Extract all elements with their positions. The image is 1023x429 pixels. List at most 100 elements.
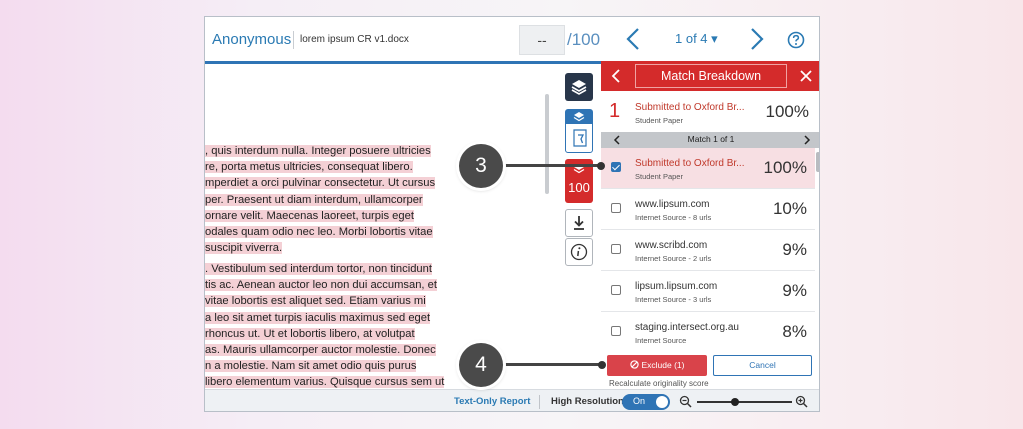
callout-4-dot xyxy=(598,361,606,369)
similarity-score: 100 xyxy=(568,180,590,195)
next-match-icon[interactable] xyxy=(801,134,813,146)
layers-icon xyxy=(573,112,585,122)
zoom-slider[interactable] xyxy=(697,401,792,403)
close-icon[interactable] xyxy=(791,61,820,91)
footer-divider xyxy=(539,395,540,409)
text-line: . Vestibulum sed interdum tortor, non ti… xyxy=(205,263,432,275)
source-title: www.scribd.com xyxy=(635,240,708,251)
back-chevron-icon[interactable] xyxy=(601,61,631,91)
source-type: Internet Source - 8 urls xyxy=(635,213,712,222)
help-icon[interactable] xyxy=(787,31,805,49)
source-row[interactable]: www.lipsum.com Internet Source - 8 urls … xyxy=(601,189,815,230)
text-only-report-link[interactable]: Text-Only Report xyxy=(454,396,530,407)
previous-match-icon[interactable] xyxy=(611,134,623,146)
source-row[interactable]: staging.intersect.org.au Internet Source… xyxy=(601,312,815,346)
callout-step-3: 3 xyxy=(459,144,503,188)
source-title: lipsum.lipsum.com xyxy=(635,281,718,292)
zoom-out-icon[interactable] xyxy=(679,395,692,408)
text-line: odales quam odio nec leo. Morbi lobortis… xyxy=(205,226,433,239)
source-title: staging.intersect.org.au xyxy=(635,322,739,333)
text-line: vitae lobortis est aliquet sed. Etiam va… xyxy=(205,295,426,308)
source-list-scrollbar[interactable] xyxy=(816,152,819,172)
source-percent: 100% xyxy=(765,102,809,121)
grade-max: /100 xyxy=(567,30,601,49)
paragraph-2: . Vestibulum sed interdum tortor, non ti… xyxy=(205,261,445,389)
callout-step-4: 4 xyxy=(459,343,503,387)
chevron-left-icon[interactable] xyxy=(623,26,645,52)
source-checkbox[interactable] xyxy=(611,244,621,254)
source-type: Student Paper xyxy=(635,172,683,181)
info-icon xyxy=(570,243,588,261)
cancel-button[interactable]: Cancel xyxy=(713,355,812,376)
callout-3-dot xyxy=(597,162,605,170)
download-button[interactable] xyxy=(565,209,593,237)
document-viewer: , quis interdum nulla. Integer posuere u… xyxy=(205,64,545,389)
recalculate-note: Recalculate originality score xyxy=(609,379,709,388)
layer-tab xyxy=(566,110,592,124)
match-breakdown-panel: Match Breakdown 1 Submitted to Oxford Br… xyxy=(601,61,820,389)
chevron-right-icon[interactable] xyxy=(745,26,767,52)
source-row[interactable]: Submitted to Oxford Br... Student Paper … xyxy=(601,148,815,189)
match-navigator: Match 1 of 1 xyxy=(601,132,819,148)
text-line: re, porta metus ultricies, consequat lib… xyxy=(205,161,413,174)
text-line: tis ac. Aenean auctor leo non dui accums… xyxy=(205,279,437,292)
toggle-knob xyxy=(656,396,668,408)
exclude-button[interactable]: Exclude (1) xyxy=(607,355,707,376)
source-percent: 10% xyxy=(772,199,807,218)
header-divider xyxy=(293,31,294,49)
paragraph-1: , quis interdum nulla. Integer posuere u… xyxy=(205,143,436,256)
comment-flag-icon xyxy=(573,129,587,147)
match-count: Match 1 of 1 xyxy=(687,134,735,144)
source-row[interactable]: lipsum.lipsum.com Internet Source - 3 ur… xyxy=(601,271,815,312)
source-checkbox[interactable] xyxy=(611,285,621,295)
source-type: Internet Source - 3 urls xyxy=(635,295,712,304)
panel-header: Match Breakdown xyxy=(601,61,820,91)
text-line: a leo sit amet turpis iaculis maximus se… xyxy=(205,311,431,324)
text-line: libero elementum varius. Quisque cursus … xyxy=(205,376,445,389)
text-line: n a molestie. Nam sit amet odio quis pur… xyxy=(205,360,417,373)
document-name: lorem ipsum CR v1.docx xyxy=(300,34,409,45)
source-number: 1 xyxy=(609,100,621,122)
source-percent: 8% xyxy=(782,322,807,341)
high-resolution-toggle[interactable]: On xyxy=(622,394,670,410)
info-button[interactable] xyxy=(565,238,593,266)
layers-icon xyxy=(571,80,587,95)
text-line: mperdiet a orci pulvinar consectetur. Ut… xyxy=(205,177,436,190)
bottom-toolbar: Text-Only Report High Resolution On xyxy=(205,389,819,411)
source-checkbox[interactable] xyxy=(611,326,621,336)
author-name: Anonymous xyxy=(212,31,292,48)
download-icon xyxy=(574,216,584,230)
source-title: Submitted to Oxford Br... xyxy=(635,158,745,169)
source-row[interactable]: www.scribd.com Internet Source - 2 urls … xyxy=(601,230,815,271)
feedback-studio-window: Anonymous lorem ipsum CR v1.docx -- /100… xyxy=(204,16,820,412)
zoom-slider-handle[interactable] xyxy=(731,398,739,406)
zoom-in-icon[interactable] xyxy=(795,395,808,408)
high-resolution-label: High Resolution xyxy=(551,396,624,407)
feedback-layer-button[interactable] xyxy=(565,109,593,153)
text-line: rhoncus ut. Ut et lobortis libero, at vo… xyxy=(205,327,415,340)
source-title: www.lipsum.com xyxy=(635,199,710,210)
layers-button[interactable] xyxy=(565,73,593,101)
text-line: as. Mauris ullamcorper auctor molestie. … xyxy=(205,344,436,357)
grade-input[interactable]: -- xyxy=(519,25,565,55)
source-type: Internet Source xyxy=(635,336,687,345)
exclude-label: Exclude (1) xyxy=(641,360,685,370)
text-line: ornare velit. Maecenas laoreet, turpis e… xyxy=(205,209,414,222)
source-title: Submitted to Oxford Br... xyxy=(635,102,745,113)
toggle-state: On xyxy=(633,396,646,406)
source-checkbox[interactable] xyxy=(611,203,621,213)
source-checkbox[interactable] xyxy=(611,162,621,172)
top-header: Anonymous lorem ipsum CR v1.docx -- /100… xyxy=(205,17,819,63)
primary-source[interactable]: 1 Submitted to Oxford Br... Student Pape… xyxy=(601,92,819,132)
source-percent: 100% xyxy=(763,158,807,177)
document-scrollbar[interactable] xyxy=(545,94,549,194)
page-indicator[interactable]: 1 of 4 ▾ xyxy=(675,31,718,47)
text-line: suscipit viverra. xyxy=(205,242,283,255)
panel-title: Match Breakdown xyxy=(635,64,787,88)
source-type: Student Paper xyxy=(635,116,683,125)
source-percent: 9% xyxy=(782,240,807,259)
source-percent: 9% xyxy=(782,281,807,300)
text-line: , quis interdum nulla. Integer posuere u… xyxy=(205,145,431,157)
text-line: per. Praesent ut diam interdum, ullamcor… xyxy=(205,193,423,206)
source-list: Submitted to Oxford Br... Student Paper … xyxy=(601,148,819,346)
